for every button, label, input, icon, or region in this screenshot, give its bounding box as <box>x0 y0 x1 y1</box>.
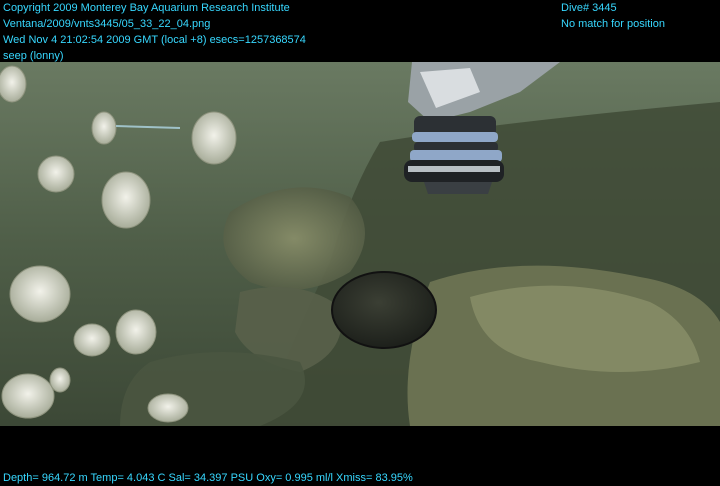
telemetry-text: Depth= 964.72 m Temp= 4.043 C Sal= 34.39… <box>3 472 413 484</box>
header-info-left: Copyright 2009 Monterey Bay Aquarium Res… <box>3 0 306 64</box>
video-frame: Copyright 2009 Monterey Bay Aquarium Res… <box>0 0 720 486</box>
dive-number-text: Dive# 3445 <box>561 2 617 14</box>
seafloor-image <box>0 62 720 426</box>
timestamp-text: Wed Nov 4 21:02:54 2009 GMT (local +8) e… <box>3 34 306 46</box>
copyright-text: Copyright 2009 Monterey Bay Aquarium Res… <box>3 2 290 14</box>
header-info-right: Dive# 3445 No match for position <box>561 0 665 32</box>
position-status-text: No match for position <box>561 18 665 30</box>
image-path-text: Ventana/2009/vnts3445/05_33_22_04.png <box>3 18 211 30</box>
sensor-readout: Depth= 964.72 m Temp= 4.043 C Sal= 34.39… <box>3 470 413 486</box>
